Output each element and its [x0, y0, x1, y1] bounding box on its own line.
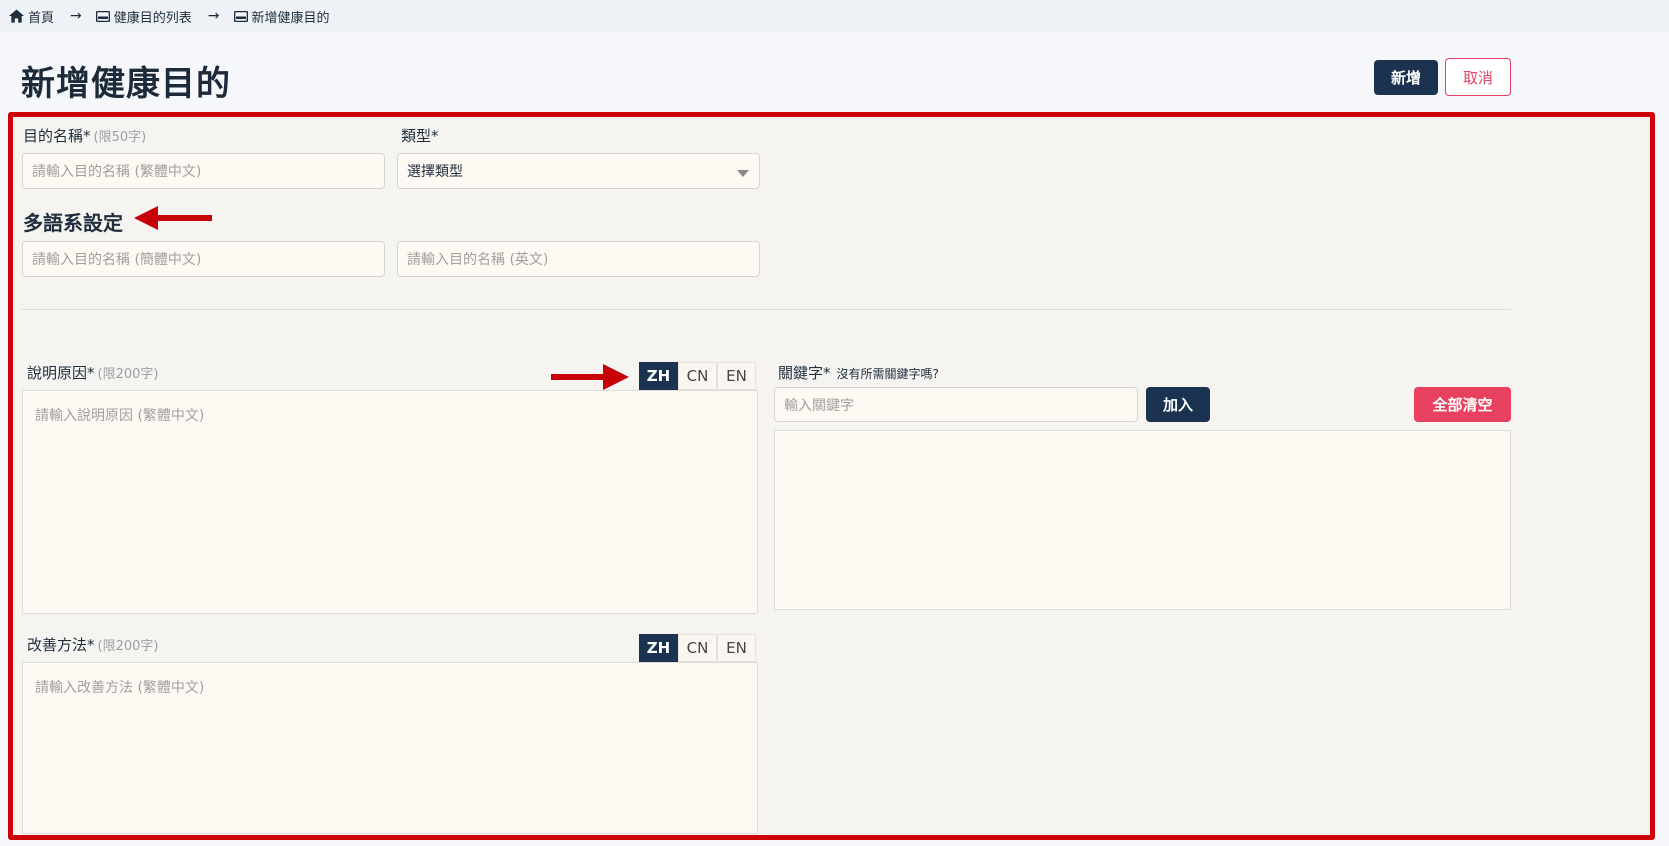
name-cn-input[interactable]: 請輸入目的名稱 (簡體中文) — [22, 241, 385, 277]
method-lang-en[interactable]: EN — [717, 634, 756, 662]
keywords-list-box — [774, 430, 1511, 610]
breadcrumb-home-label: 首頁 — [28, 10, 55, 26]
keywords-label-text: 關鍵字* — [778, 364, 831, 382]
name-label: 目的名稱* (限50字) — [23, 125, 146, 146]
method-lang-zh[interactable]: ZH — [639, 634, 678, 662]
method-lang-tabs: ZH CN EN — [639, 634, 756, 662]
reason-lang-cn[interactable]: CN — [678, 362, 717, 390]
reason-lang-tabs: ZH CN EN — [639, 362, 756, 390]
breadcrumb: 首頁 → 健康目的列表 → 新增健康目的 — [0, 0, 1669, 32]
reason-label: 說明原因* (限200字) — [27, 362, 158, 383]
add-keyword-button[interactable]: 加入 — [1146, 387, 1210, 422]
keywords-help-link[interactable]: 沒有所需關鍵字嗎? — [837, 367, 939, 381]
reason-lang-zh[interactable]: ZH — [639, 362, 678, 390]
keyword-input[interactable]: 輸入關鍵字 — [774, 387, 1138, 422]
name-en-input[interactable]: 請輸入目的名稱 (英文) — [397, 241, 760, 277]
arrow-right-icon: → — [70, 8, 82, 24]
method-label-text: 改善方法* — [27, 636, 95, 654]
card-icon — [233, 10, 248, 22]
cancel-button[interactable]: 取消 — [1445, 58, 1511, 96]
multilang-title: 多語系設定 — [23, 211, 123, 235]
reason-textarea[interactable]: 請輸入說明原因 (繁體中文) — [22, 390, 758, 614]
arrow-right-icon: → — [207, 8, 220, 24]
section-divider — [22, 309, 1511, 310]
method-textarea[interactable]: 請輸入改善方法 (繁體中文) — [22, 662, 758, 834]
type-select-value: 選擇類型 — [407, 164, 463, 180]
name-label-text: 目的名稱* — [23, 127, 91, 145]
add-button[interactable]: 新增 — [1374, 60, 1438, 95]
reason-label-text: 說明原因* — [27, 364, 95, 382]
breadcrumb-list[interactable]: 健康目的列表 — [95, 7, 192, 26]
name-limit-hint: (限50字) — [93, 130, 147, 145]
reason-limit-hint: (限200字) — [97, 367, 159, 382]
breadcrumb-current-label: 新增健康目的 — [251, 10, 330, 26]
annotation-arrow-left-icon — [134, 206, 212, 230]
clear-keywords-button[interactable]: 全部清空 — [1414, 387, 1511, 422]
card-icon — [95, 10, 110, 22]
type-label: 類型* — [401, 127, 439, 145]
method-limit-hint: (限200字) — [97, 639, 159, 654]
breadcrumb-list-label: 健康目的列表 — [113, 10, 192, 26]
method-lang-cn[interactable]: CN — [678, 634, 717, 662]
caret-down-icon — [737, 170, 749, 177]
method-label: 改善方法* (限200字) — [27, 634, 158, 655]
type-select[interactable]: 選擇類型 — [397, 153, 760, 189]
breadcrumb-current: 新增健康目的 — [233, 7, 330, 26]
reason-lang-en[interactable]: EN — [717, 362, 756, 390]
page-title: 新增健康目的 — [21, 64, 231, 104]
name-input[interactable]: 請輸入目的名稱 (繁體中文) — [22, 153, 385, 189]
home-icon — [9, 9, 24, 23]
annotation-arrow-right-icon — [551, 364, 629, 390]
breadcrumb-home[interactable]: 首頁 — [9, 7, 54, 26]
keywords-label: 關鍵字* 沒有所需關鍵字嗎? — [778, 362, 939, 383]
